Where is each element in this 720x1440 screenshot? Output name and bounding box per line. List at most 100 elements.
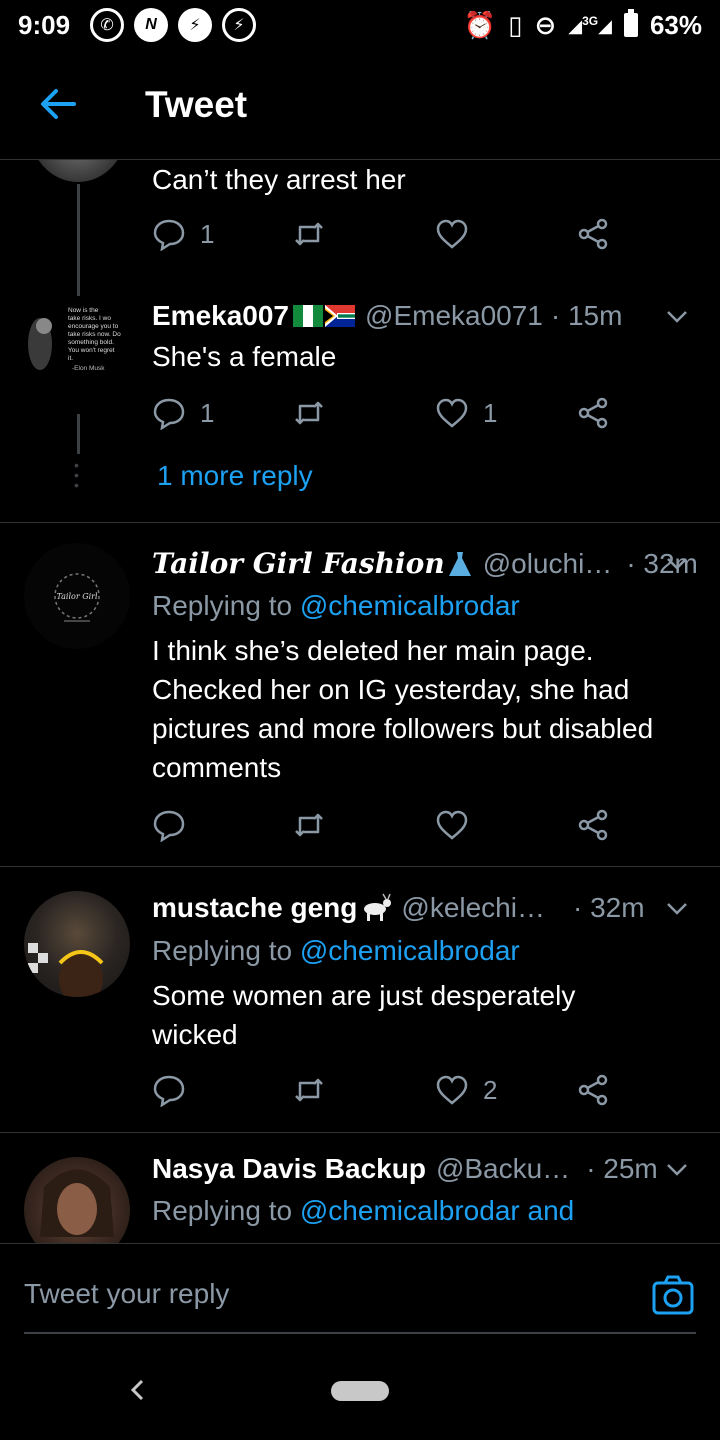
divider — [0, 1132, 720, 1133]
like-button[interactable] — [435, 217, 469, 251]
mention-link[interactable]: @chemicalbrodar — [300, 590, 520, 621]
timestamp: · 32m — [572, 892, 645, 923]
avatar[interactable] — [24, 891, 130, 997]
n-app-icon: N — [134, 8, 169, 42]
page-title: Tweet — [145, 84, 248, 125]
signal-icon: ◢3G◢ — [568, 13, 612, 36]
thread-line — [77, 414, 80, 454]
home-pill[interactable] — [331, 1381, 389, 1401]
alarm-icon: ⏰ — [463, 9, 497, 40]
retweet-button[interactable] — [292, 217, 326, 251]
tweet-text: Can’t they arrest her — [152, 164, 406, 195]
tweet-text: She's a female — [152, 341, 337, 372]
reply-icon — [153, 219, 185, 251]
reply-input[interactable]: Tweet your reply — [24, 1278, 229, 1310]
handle: @kelechi… — [401, 892, 545, 923]
like-button[interactable]: 1 — [435, 396, 497, 430]
avatar-image: Now is the take risks. I wo encourage yo… — [28, 307, 121, 372]
timestamp: · 25m — [586, 1153, 658, 1184]
tweet-actions: 1 1 — [152, 396, 622, 436]
divider — [0, 522, 720, 523]
tweet-text: I think she’s deleted her main page. Che… — [152, 635, 654, 783]
svg-text:encourage you to: encourage you to — [68, 323, 119, 330]
chevron-down-icon[interactable] — [664, 550, 690, 576]
divider — [0, 866, 720, 867]
avatar-image — [28, 943, 104, 997]
retweet-button[interactable] — [292, 808, 326, 842]
avatar[interactable] — [24, 1157, 130, 1243]
share-button[interactable] — [576, 217, 610, 251]
reply-button[interactable]: 1 — [152, 217, 214, 251]
avatar-image: Tailor Girl — [54, 573, 100, 622]
display-name[interactable]: Nasya Davis Backup — [152, 1153, 426, 1185]
chevron-down-icon[interactable] — [664, 303, 690, 329]
tweet-feed[interactable]: Can’t they arrest her 1 Now is the take … — [0, 160, 720, 1243]
retweet-icon — [295, 1078, 323, 1102]
reply-button[interactable] — [152, 808, 186, 842]
south-africa-flag — [325, 305, 356, 327]
retweet-icon — [295, 222, 323, 246]
svg-text:take risks. I wo: take risks. I wo — [68, 315, 111, 322]
heart-icon — [436, 219, 468, 249]
share-icon — [578, 218, 608, 250]
vibrate-icon: ▯ — [508, 9, 523, 40]
tweet-actions: 2 — [152, 1073, 622, 1113]
mention-link[interactable]: @chemicalbrodar and — [300, 1195, 574, 1226]
like-button[interactable]: 2 — [435, 1073, 497, 1107]
retweet-icon — [295, 401, 323, 425]
tweet-actions: 1 — [152, 217, 622, 257]
tweet-header: Nasya Davis Backup @Backu… · 25m — [152, 1153, 658, 1185]
replying-to: Replying to @chemicalbrodar — [152, 590, 520, 621]
retweet-button[interactable] — [292, 396, 326, 430]
dress-icon — [448, 551, 471, 576]
share-icon — [578, 1074, 608, 1106]
whatsapp-icon: ✆ — [90, 8, 125, 42]
more-replies-link[interactable]: 1 more reply — [157, 460, 313, 492]
reply-count: 1 — [200, 397, 215, 428]
avatar[interactable]: Now is the take risks. I wo encourage yo… — [24, 298, 130, 404]
input-underline — [24, 1332, 696, 1334]
share-button[interactable] — [576, 396, 610, 430]
tweet-actions — [152, 808, 622, 848]
back-arrow-icon[interactable] — [38, 84, 78, 124]
reply-icon — [153, 398, 185, 430]
handle: @Backu… — [435, 1153, 571, 1184]
avatar-image — [40, 1169, 114, 1237]
chevron-down-icon[interactable] — [664, 1156, 690, 1182]
avatar[interactable] — [30, 160, 126, 182]
svg-text:-Elon Musk: -Elon Musk — [72, 365, 105, 372]
top-app-bar: Tweet — [0, 50, 720, 160]
display-name[interactable]: Emeka007 — [152, 300, 289, 332]
thread-line — [77, 184, 80, 296]
replying-to: Replying to @chemicalbrodar and — [152, 1195, 575, 1226]
tweet-header: Tailor Girl Fashion @oluchi… · 32m — [152, 547, 698, 580]
system-nav-bar — [0, 1340, 720, 1440]
reply-button[interactable] — [152, 1073, 186, 1107]
thread-dots: • • • — [74, 457, 79, 493]
tweet-header: Emeka007 @Emeka0071 · 15m — [152, 300, 622, 332]
svg-text:it.: it. — [68, 355, 73, 362]
like-button[interactable] — [435, 808, 469, 842]
display-name[interactable]: mustache geng — [152, 892, 357, 924]
reply-button[interactable]: 1 — [152, 396, 214, 430]
heart-icon — [436, 398, 468, 428]
clock: 9:09 — [18, 9, 71, 40]
share-icon — [578, 809, 608, 841]
timestamp: · 15m — [550, 300, 623, 331]
display-name[interactable]: Tailor Girl Fashion — [152, 547, 445, 580]
share-button[interactable] — [576, 1073, 610, 1107]
heart-icon — [436, 1075, 468, 1105]
avatar[interactable]: Tailor Girl — [24, 543, 130, 649]
nav-back-icon[interactable] — [126, 1378, 150, 1402]
like-count: 2 — [483, 1074, 498, 1105]
camera-icon[interactable] — [652, 1274, 694, 1316]
chevron-down-icon[interactable] — [664, 895, 690, 921]
share-button[interactable] — [576, 808, 610, 842]
replying-to: Replying to @chemicalbrodar — [152, 935, 520, 966]
battery-icon — [623, 9, 638, 37]
retweet-button[interactable] — [292, 1073, 326, 1107]
share-icon — [578, 397, 608, 429]
retweet-icon — [295, 813, 323, 837]
mention-link[interactable]: @chemicalbrodar — [300, 935, 520, 966]
tweet-text: Some women are just desperately wicked — [152, 980, 576, 1050]
